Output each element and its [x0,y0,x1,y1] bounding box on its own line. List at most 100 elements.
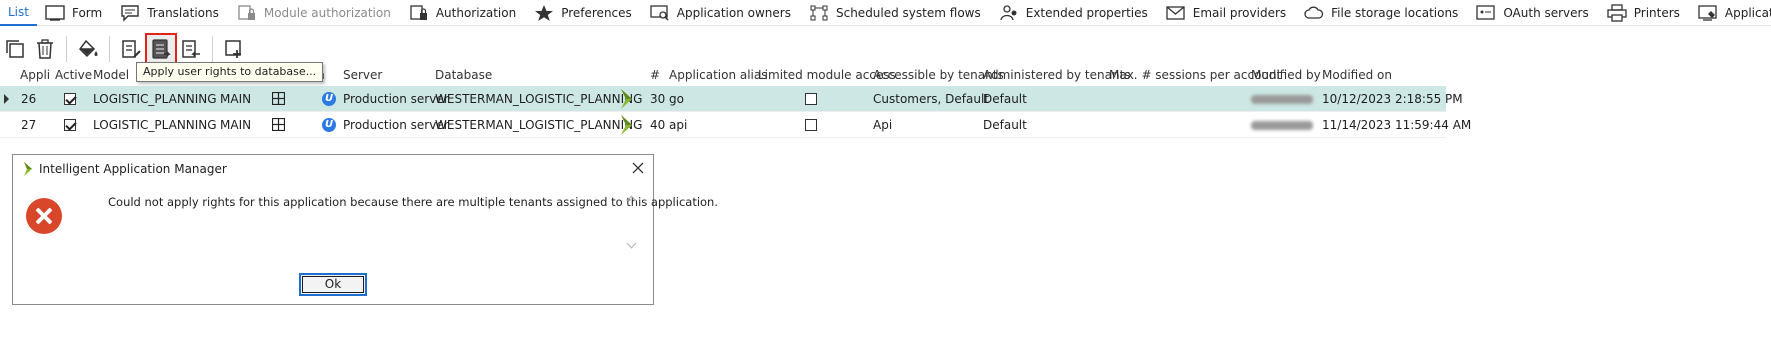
cell-branch: MAIN [220,118,252,132]
cell-administered: Default [983,92,1027,106]
paint-bucket-icon [79,39,98,58]
delete-button[interactable] [30,34,60,64]
tab-form[interactable]: Form [37,0,112,26]
cell-alias: api [669,118,688,132]
add-window-button[interactable] [219,34,249,64]
cell-modified-on: 11/14/2023 11:59:44 AM [1322,118,1472,132]
oauth-icon [1476,4,1496,22]
active-checkbox[interactable] [64,119,76,131]
redacted-modified-by [1251,95,1313,104]
server-u-icon: U [322,92,336,106]
tab-application-tags[interactable]: Application tags [1690,0,1771,26]
column-header-appl[interactable]: Appli [20,68,50,82]
dialog-title: Intelligent Application Manager [39,162,227,176]
error-icon [26,198,62,234]
owner-search-icon [650,4,670,22]
cell-appl: 26 [21,92,37,106]
tab-label: Extended properties [1025,5,1148,20]
active-checkbox[interactable] [64,93,76,105]
tab-module-authorization[interactable]: Module authorization [229,0,401,26]
cell-number: 30 [650,92,666,106]
tab-label: File storage locations [1331,5,1459,20]
cloud-icon [1304,4,1324,22]
column-header-server[interactable]: Server [343,68,382,82]
star-icon [534,4,554,22]
tab-label: Email providers [1192,5,1287,20]
column-header-database[interactable]: Database [435,68,492,82]
redacted-modified-by [1251,121,1313,130]
form-icon [45,4,65,22]
flow-icon [809,4,829,22]
cell-appl: 27 [21,118,37,132]
column-header-active[interactable]: Active [55,68,92,82]
tab-list[interactable]: List [0,0,37,26]
windows-platform-icon [272,92,285,105]
tab-email-providers[interactable]: Email providers [1158,0,1296,26]
tag-icon [1698,4,1718,22]
column-header-alias[interactable]: Application alias [669,68,768,82]
limited-module-access-checkbox[interactable] [805,119,817,131]
table-row[interactable]: 27 LOGISTIC_PLANNING MAIN U Production s… [0,112,1471,138]
copy-button[interactable] [0,34,30,64]
tab-label: Scheduled system flows [835,5,981,20]
tab-label: Module authorization [263,5,391,20]
server-u-icon: U [322,118,336,132]
tab-preferences[interactable]: Preferences [526,0,642,26]
column-header-number[interactable]: # [650,68,660,82]
tab-printers[interactable]: Printers [1599,0,1690,26]
module-lock-icon [237,4,257,22]
cell-server: Production server [343,118,449,132]
cell-alias: go [669,92,684,106]
authorization-lock-icon [409,4,429,22]
tab-label: Translations [147,5,219,20]
edit-rights-icon [122,40,141,58]
tab-extended-properties[interactable]: Extended properties [991,0,1158,26]
paint-bucket-button[interactable] [73,34,103,64]
revert-rights-icon [182,40,200,58]
column-header-modified-on[interactable]: Modified on [1322,68,1392,82]
cell-modified-on: 10/12/2023 2:18:55 PM [1322,92,1463,106]
tab-label: Application owners [676,5,791,20]
tab-translations[interactable]: Translations [112,0,229,26]
edit-rights-button[interactable] [116,34,146,64]
table-row[interactable]: 26 LOGISTIC_PLANNING MAIN U Production s… [0,86,1463,112]
apply-rights-tooltip: Apply user rights to database... [136,62,324,82]
extended-properties-icon [999,4,1019,22]
cell-database: WESTERMAN_LOGISTIC_PLANNING [435,118,643,132]
column-header-model[interactable]: Model [93,68,129,82]
tab-label: Authorization [435,5,517,20]
cell-accessible: Api [873,118,893,132]
delete-icon [37,39,53,59]
tab-label: Form [71,5,103,20]
tab-bar: List Form Translations Module authorizat… [0,0,1771,26]
cell-model: LOGISTIC_PLANNING [93,118,217,132]
app-logo-icon [24,162,32,176]
tab-application-owners[interactable]: Application owners [642,0,801,26]
cell-model: LOGISTIC_PLANNING [93,92,217,106]
column-header-modified-by[interactable]: Modified by [1251,68,1321,82]
tab-oauth-servers[interactable]: OAuth servers [1468,0,1598,26]
printer-icon [1607,3,1627,22]
close-icon[interactable] [631,161,645,175]
toolbar-separator [66,36,67,62]
limited-module-access-checkbox[interactable] [805,93,817,105]
scroll-down-icon[interactable] [626,238,637,249]
tab-label: Preferences [561,5,632,20]
apply-rights-button[interactable] [145,33,177,65]
tab-authorization[interactable]: Authorization [401,0,526,26]
tab-file-storage-locations[interactable]: File storage locations [1296,0,1468,26]
scroll-up-icon[interactable] [626,195,637,206]
message-scrollbar[interactable] [625,193,639,253]
apply-rights-icon [152,39,171,59]
revert-rights-button[interactable] [176,34,206,64]
cell-accessible: Customers, Default [873,92,990,106]
tab-scheduled-system-flows[interactable]: Scheduled system flows [801,0,991,26]
cell-database: WESTERMAN_LOGISTIC_PLANNING [435,92,643,106]
chevron-brand-icon [621,89,632,109]
cell-administered: Default [983,118,1027,132]
cell-server: Production server [343,92,449,106]
ok-button[interactable]: Ok [299,273,367,296]
tab-label: List [8,4,29,19]
copy-icon [6,40,24,58]
error-dialog: Intelligent Application Manager Could no… [12,154,718,305]
